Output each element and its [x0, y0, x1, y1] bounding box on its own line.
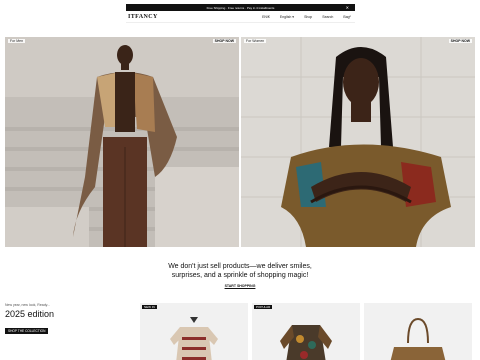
site-header: ITFANCY EN/€ English ▾ Shop Search Bag⁰ [126, 11, 355, 23]
promo-title: 2025 edition [5, 309, 55, 319]
product-image-jacket [280, 325, 332, 360]
nav-shop-link[interactable]: Shop [304, 15, 312, 19]
hero-women-shop-button[interactable]: SHOP NOW [448, 39, 472, 43]
product-image-shirt [170, 317, 218, 360]
hero-men-label: For Men [8, 39, 26, 43]
hero-women-label: For Women [244, 39, 267, 43]
product-badge: NEW IN [142, 305, 157, 309]
header-links: EN/€ English ▾ Shop Search Bag⁰ [262, 15, 351, 19]
product-card[interactable]: NEW IN [140, 303, 248, 360]
announcement-text: Free Shipping · Free returns · Pay in 4 … [206, 5, 275, 10]
tagline-line-1: We don't just sell products—we deliver s… [168, 263, 312, 270]
hero-men[interactable]: For Men SHOP NOW [5, 37, 239, 247]
promo-subtitle: New year, new look, Ready... [5, 303, 51, 307]
product-badge: POPULAR [254, 305, 273, 309]
hero-women-image [241, 37, 475, 247]
hero-men-shop-button[interactable]: SHOP NOW [212, 39, 236, 43]
tagline-line-2: surprises, and a sprinkle of shopping ma… [171, 272, 309, 279]
currency-selector[interactable]: EN/€ [262, 15, 270, 19]
announcement-bar: Free Shipping · Free returns · Pay in 4 … [126, 4, 355, 11]
promo-block: New year, new look, Ready... 2025 editio… [5, 303, 135, 337]
product-card[interactable] [364, 303, 472, 360]
product-card[interactable]: POPULAR [252, 303, 360, 360]
hero-men-image [5, 37, 239, 247]
tagline: We don't just sell products—we deliver s… [0, 262, 480, 280]
brand-logo[interactable]: ITFANCY [128, 14, 158, 20]
nav-search-link[interactable]: Search [322, 15, 333, 19]
language-selector[interactable]: English ▾ [280, 15, 294, 19]
close-icon[interactable]: ✕ [346, 5, 349, 10]
product-image-bag [390, 317, 446, 360]
start-shopping-link[interactable]: START SHOPPING [0, 284, 480, 288]
hero-women[interactable]: For Women SHOP NOW [241, 37, 475, 247]
nav-bag-link[interactable]: Bag⁰ [343, 15, 351, 19]
shop-collection-button[interactable]: SHOP THE COLLECTION [5, 328, 49, 334]
